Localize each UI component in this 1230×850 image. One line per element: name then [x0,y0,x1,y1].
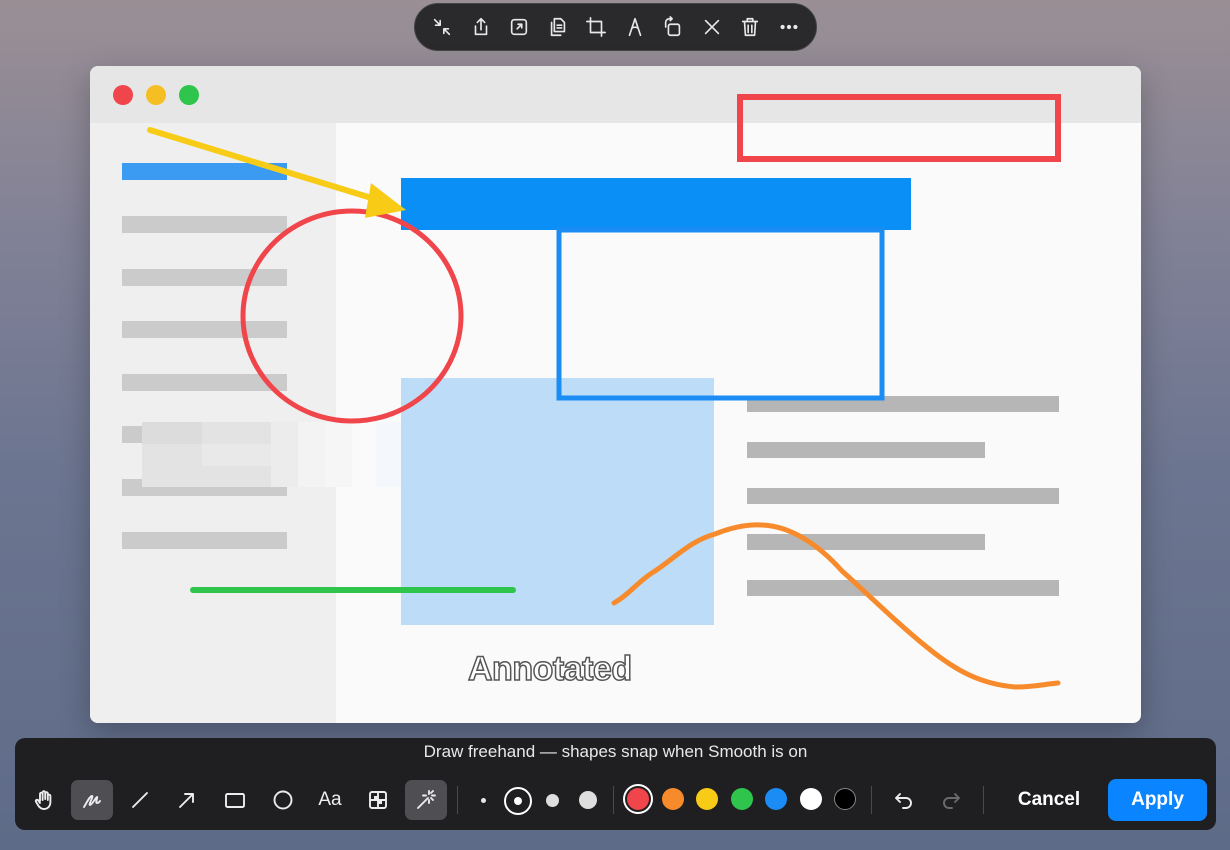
share-icon[interactable] [467,13,495,41]
open-external-icon[interactable] [505,13,533,41]
color-swatch-blue[interactable] [765,788,787,810]
redo-button[interactable] [930,780,972,820]
line-icon [132,792,148,808]
redo-icon [943,793,960,809]
hand-tool[interactable] [23,780,65,820]
more-icon[interactable] [775,13,803,41]
undo-button[interactable] [883,780,925,820]
magic-wand-icon [417,790,436,809]
hand-icon [34,790,52,810]
shrink-icon[interactable] [428,13,456,41]
rectangle-icon [225,793,245,808]
stroke-size-small[interactable] [481,798,486,803]
toolbar-separator [983,786,984,814]
ellipse-annotation-red[interactable] [240,208,464,424]
toolbar-separator [871,786,872,814]
text-tool-label: Aa [318,789,342,810]
arrow-tool[interactable] [166,780,208,820]
markup-toolbar: Draw freehand — shapes snap when Smooth … [15,738,1216,830]
pen-tool[interactable] [71,780,113,820]
rectangle-tool[interactable] [214,780,256,820]
color-swatch-green[interactable] [731,788,753,810]
text-tool[interactable]: Aa [309,780,351,820]
rectangle-annotation-red[interactable] [737,94,1061,162]
top-toolbar [414,3,817,51]
arrow-icon [179,793,194,808]
ellipse-tool[interactable] [262,780,304,820]
crop-icon[interactable] [582,13,610,41]
color-swatch-orange[interactable] [662,788,684,810]
toolbar-separator [613,786,614,814]
color-swatch-black[interactable] [834,788,856,810]
text-annotation[interactable]: Annotated [467,649,633,689]
stroke-size-large[interactable] [546,794,559,807]
freehand-annotation-orange[interactable] [611,522,1061,690]
toolbar-separator [457,786,458,814]
circle-icon [273,790,293,810]
color-swatch-white[interactable] [800,788,822,810]
smooth-tool[interactable] [405,780,447,820]
undo-icon [895,793,912,809]
markup-pen-icon[interactable] [621,13,649,41]
hint-text: Draw freehand — shapes snap when Smooth … [423,742,808,761]
rotate-icon[interactable] [659,13,687,41]
apply-button[interactable]: Apply [1108,779,1207,821]
line-tool[interactable] [119,780,161,820]
pixelate-icon [369,791,387,809]
close-icon[interactable] [698,13,726,41]
color-swatch-yellow[interactable] [696,788,718,810]
annotation-layer [147,94,1061,690]
arrow-annotation-yellow[interactable] [147,127,406,218]
copy-icon[interactable] [544,13,572,41]
rectangle-annotation-blue[interactable] [556,227,885,401]
freehand-pen-icon [83,795,101,808]
stroke-size-x-large[interactable] [579,791,597,809]
color-swatch-red[interactable] [627,788,649,810]
trash-icon[interactable] [736,13,764,41]
pixelate-tool[interactable] [357,780,399,820]
cancel-button[interactable]: Cancel [1009,780,1089,820]
stroke-size-medium[interactable] [504,787,532,815]
screenshot-canvas[interactable]: Annotated [90,66,1141,723]
